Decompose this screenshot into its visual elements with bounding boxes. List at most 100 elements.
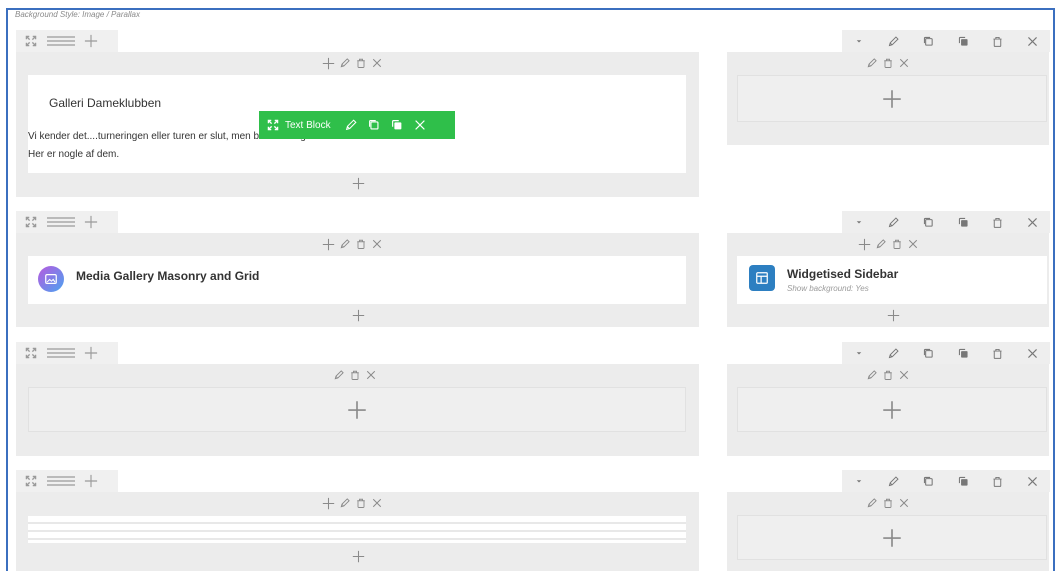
element-tools (866, 494, 910, 512)
edit-icon[interactable] (866, 497, 878, 509)
add-icon[interactable] (322, 238, 335, 251)
add-icon[interactable] (882, 89, 902, 109)
move-icon[interactable] (24, 346, 38, 360)
delete-icon[interactable] (355, 57, 367, 69)
clone-icon[interactable] (918, 30, 940, 52)
add-row-icon[interactable] (84, 34, 98, 48)
edit-icon[interactable] (866, 369, 878, 381)
delete-icon[interactable] (355, 238, 367, 250)
add-icon[interactable] (858, 238, 871, 251)
delete-icon[interactable] (987, 211, 1009, 233)
add-icon[interactable] (347, 400, 367, 420)
delete-icon[interactable] (882, 369, 894, 381)
close-icon[interactable] (371, 57, 383, 69)
add-row-icon[interactable] (84, 474, 98, 488)
edit-icon[interactable] (339, 238, 351, 250)
copy-icon[interactable] (952, 470, 974, 492)
columns-icon[interactable] (46, 34, 76, 48)
close-icon[interactable] (413, 118, 427, 132)
add-element-icon[interactable] (351, 308, 365, 322)
add-element-icon[interactable] (351, 549, 365, 563)
columns-icon[interactable] (46, 215, 76, 229)
edit-icon[interactable] (883, 470, 905, 492)
element-tools (333, 366, 377, 384)
column-2-right-tools (842, 211, 1050, 233)
close-icon[interactable] (1022, 470, 1044, 492)
clone-icon[interactable] (918, 211, 940, 233)
delete-icon[interactable] (987, 342, 1009, 364)
copy-icon[interactable] (952, 342, 974, 364)
add-icon[interactable] (882, 528, 902, 548)
close-icon[interactable] (907, 238, 919, 250)
dropdown-icon[interactable] (848, 470, 870, 492)
edit-icon[interactable] (866, 57, 878, 69)
close-icon[interactable] (365, 369, 377, 381)
add-icon[interactable] (322, 497, 335, 510)
delete-icon[interactable] (987, 30, 1009, 52)
background-style-label: Background Style: Image / Parallax (15, 10, 140, 19)
close-icon[interactable] (898, 57, 910, 69)
add-icon[interactable] (882, 400, 902, 420)
add-element-icon[interactable] (886, 308, 900, 322)
copy-icon[interactable] (390, 118, 404, 132)
text-block-toolbar: Text Block (259, 111, 455, 139)
dropdown-icon[interactable] (848, 342, 870, 364)
delete-icon[interactable] (987, 470, 1009, 492)
empty-column-dropzone[interactable] (737, 515, 1047, 560)
move-icon[interactable] (266, 118, 280, 132)
clone-icon[interactable] (918, 342, 940, 364)
edit-icon[interactable] (339, 497, 351, 509)
columns-icon[interactable] (46, 474, 76, 488)
row-1-tools (16, 30, 118, 52)
edit-icon[interactable] (344, 118, 358, 132)
empty-column-dropzone[interactable] (737, 75, 1047, 122)
clone-icon[interactable] (918, 470, 940, 492)
delete-icon[interactable] (355, 497, 367, 509)
row-3-tools (16, 342, 118, 364)
media-gallery-title: Media Gallery Masonry and Grid (76, 269, 260, 283)
column-1-right-tools (842, 30, 1050, 52)
move-icon[interactable] (24, 215, 38, 229)
element-tools (322, 54, 383, 72)
close-icon[interactable] (1022, 30, 1044, 52)
row-2-tools (16, 211, 118, 233)
move-icon[interactable] (24, 474, 38, 488)
edit-icon[interactable] (883, 30, 905, 52)
delete-icon[interactable] (349, 369, 361, 381)
close-icon[interactable] (371, 238, 383, 250)
add-element-icon[interactable] (351, 176, 365, 190)
gallery-icon (38, 266, 64, 292)
widgetised-sidebar-title: Widgetised Sidebar (787, 267, 899, 281)
element-tools (866, 366, 910, 384)
empty-column-dropzone[interactable] (28, 387, 686, 432)
close-icon[interactable] (371, 497, 383, 509)
add-icon[interactable] (322, 57, 335, 70)
empty-column-dropzone[interactable] (737, 387, 1047, 432)
add-row-icon[interactable] (84, 346, 98, 360)
separator-widget[interactable] (28, 516, 686, 543)
dropdown-icon[interactable] (848, 211, 870, 233)
edit-icon[interactable] (333, 369, 345, 381)
delete-icon[interactable] (882, 497, 894, 509)
row-4-tools (16, 470, 118, 492)
element-tools (322, 494, 383, 512)
close-icon[interactable] (1022, 211, 1044, 233)
text-block-label: Text Block (285, 119, 331, 131)
edit-icon[interactable] (883, 211, 905, 233)
close-icon[interactable] (1022, 342, 1044, 364)
columns-icon[interactable] (46, 346, 76, 360)
edit-icon[interactable] (883, 342, 905, 364)
delete-icon[interactable] (891, 238, 903, 250)
clone-icon[interactable] (367, 118, 381, 132)
copy-icon[interactable] (952, 30, 974, 52)
copy-icon[interactable] (952, 211, 974, 233)
edit-icon[interactable] (339, 57, 351, 69)
add-row-icon[interactable] (84, 215, 98, 229)
close-icon[interactable] (898, 497, 910, 509)
close-icon[interactable] (898, 369, 910, 381)
column-4-right-tools (842, 470, 1050, 492)
dropdown-icon[interactable] (848, 30, 870, 52)
move-icon[interactable] (24, 34, 38, 48)
delete-icon[interactable] (882, 57, 894, 69)
edit-icon[interactable] (875, 238, 887, 250)
